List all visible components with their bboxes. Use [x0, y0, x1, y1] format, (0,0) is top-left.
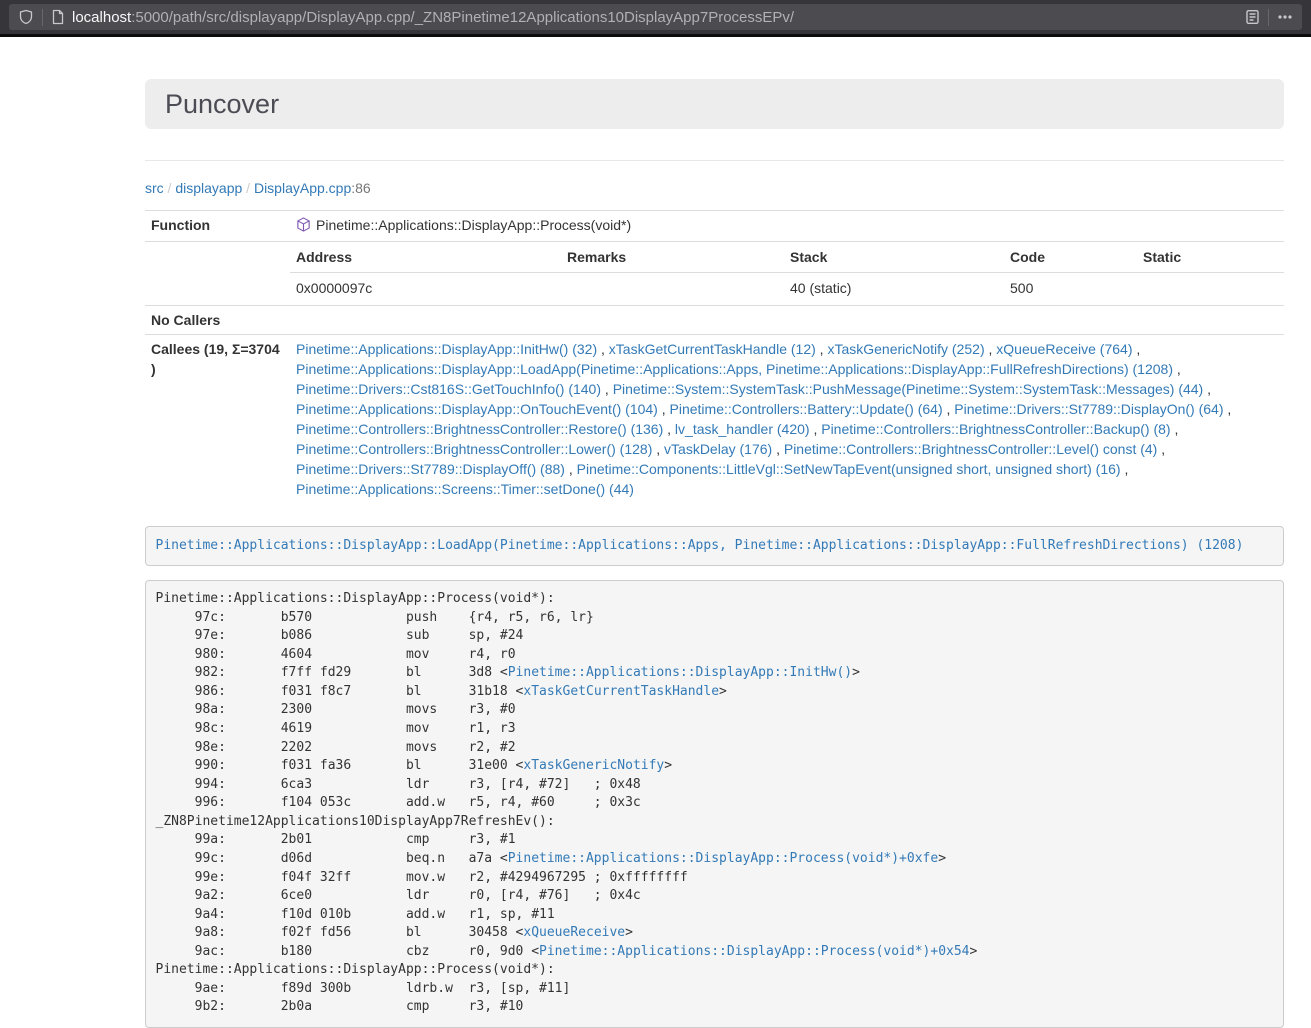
toolbar-edge: [0, 34, 1311, 37]
app-title: Puncover: [165, 89, 1264, 119]
callee-link[interactable]: Pinetime::Drivers::Cst816S::GetTouchInfo…: [296, 381, 601, 397]
symbol-details-table: AddressRemarksStackCodeStatic 0x0000097c…: [290, 242, 1284, 303]
callee-separator: ,: [1132, 341, 1140, 357]
callee-separator: ,: [1203, 381, 1211, 397]
callee-link[interactable]: Pinetime::Drivers::St7789::DisplayOn() (…: [954, 401, 1223, 417]
callee-separator: ,: [1173, 361, 1181, 377]
function-label: Function: [145, 211, 290, 242]
breadcrumb-link[interactable]: displayapp: [175, 180, 242, 196]
callees-list: Pinetime::Applications::DisplayApp::Init…: [290, 335, 1284, 504]
callee-link[interactable]: Pinetime::Applications::Screens::Timer::…: [296, 481, 634, 497]
callee-separator: ,: [1224, 401, 1232, 417]
callee-separator: ,: [663, 421, 675, 437]
callees-label: Callees (19, Σ=3704 ): [145, 335, 290, 504]
details-value: 500: [1004, 273, 1137, 304]
details-column-header: Stack: [784, 242, 1004, 273]
callee-separator: ,: [565, 461, 577, 477]
details-value-row: 0x0000097c 40 (static)500: [290, 273, 1284, 304]
asm-symbol-link[interactable]: Pinetime::Applications::DisplayApp::Proc…: [539, 944, 969, 959]
callee-link[interactable]: xQueueReceive (764): [996, 341, 1132, 357]
urlbar-divider: [42, 9, 43, 26]
url-host: localhost: [72, 9, 131, 26]
details-header-row: AddressRemarksStackCodeStatic: [290, 242, 1284, 273]
browser-toolbar: localhost:5000/path/src/displayapp/Displ…: [0, 0, 1311, 34]
callee-link[interactable]: Pinetime::Applications::DisplayApp::Init…: [296, 341, 597, 357]
package-icon: [296, 217, 311, 237]
callee-link[interactable]: Pinetime::Controllers::BrightnessControl…: [296, 421, 663, 437]
callee-link[interactable]: xTaskGenericNotify (252): [827, 341, 984, 357]
breadcrumb-separator: /: [164, 180, 176, 196]
details-column-header: Code: [1004, 242, 1137, 273]
callee-link[interactable]: Pinetime::Drivers::St7789::DisplayOff() …: [296, 461, 565, 477]
callee-link[interactable]: Pinetime::Controllers::Battery::Update()…: [670, 401, 943, 417]
divider-rule: [145, 160, 1284, 161]
app-header: Puncover: [145, 79, 1284, 129]
callee-link[interactable]: Pinetime::Applications::DisplayApp::Load…: [296, 361, 1173, 377]
callee-link[interactable]: Pinetime::Components::LittleVgl::SetNewT…: [577, 461, 1121, 477]
breadcrumb-separator: /: [242, 180, 254, 196]
breadcrumb-link[interactable]: src: [145, 180, 164, 196]
highlight-pre: Pinetime::Applications::DisplayApp::Load…: [145, 526, 1284, 566]
details-value: 0x0000097c: [290, 273, 561, 304]
breadcrumb-link[interactable]: DisplayApp.cpp: [254, 180, 351, 196]
urlbar-divider-right: [1268, 9, 1269, 26]
callee-separator: ,: [816, 341, 828, 357]
page-actions-icon[interactable]: [1277, 9, 1293, 25]
loadapp-symbol-link[interactable]: Pinetime::Applications::DisplayApp::Load…: [156, 538, 1244, 553]
asm-symbol-link[interactable]: Pinetime::Applications::DisplayApp::Init…: [508, 665, 852, 680]
callee-link[interactable]: Pinetime::Applications::DisplayApp::OnTo…: [296, 401, 658, 417]
function-row: Function Pinetime::Applications::Display…: [145, 211, 1284, 242]
callee-link[interactable]: xTaskGetCurrentTaskHandle (12): [609, 341, 816, 357]
details-row: AddressRemarksStackCodeStatic 0x0000097c…: [145, 242, 1284, 306]
asm-symbol-link[interactable]: xTaskGetCurrentTaskHandle: [523, 684, 719, 699]
callee-link[interactable]: Pinetime::Controllers::BrightnessControl…: [296, 441, 652, 457]
breadcrumb: src / displayapp / DisplayApp.cpp:86: [145, 178, 1284, 198]
details-value: [1137, 273, 1284, 304]
no-callers-label: No Callers: [145, 306, 290, 335]
details-row-spacer: [145, 242, 290, 306]
details-value: [561, 273, 784, 304]
details-column-header: Address: [290, 242, 561, 273]
callee-separator: ,: [652, 441, 664, 457]
callee-separator: ,: [1171, 421, 1179, 437]
url-text[interactable]: localhost:5000/path/src/displayapp/Displ…: [72, 9, 1245, 26]
callee-separator: ,: [597, 341, 609, 357]
details-value: 40 (static): [784, 273, 1004, 304]
shield-icon[interactable]: [18, 9, 34, 25]
callers-row: No Callers: [145, 306, 1284, 335]
callee-link[interactable]: Pinetime::Controllers::BrightnessControl…: [821, 421, 1170, 437]
reader-mode-icon[interactable]: [1245, 9, 1260, 25]
details-column-header: Static: [1137, 242, 1284, 273]
callee-link[interactable]: vTaskDelay (176): [664, 441, 772, 457]
function-name: Pinetime::Applications::DisplayApp::Proc…: [316, 217, 631, 233]
callee-link[interactable]: Pinetime::Controllers::BrightnessControl…: [784, 441, 1157, 457]
url-bar[interactable]: localhost:5000/path/src/displayapp/Displ…: [9, 4, 1302, 30]
asm-symbol-link[interactable]: xQueueReceive: [523, 925, 625, 940]
symbol-table: Function Pinetime::Applications::Display…: [145, 210, 1284, 503]
callee-link[interactable]: Pinetime::System::SystemTask::PushMessag…: [613, 381, 1204, 397]
callees-row: Callees (19, Σ=3704 ) Pinetime::Applicat…: [145, 335, 1284, 504]
callee-separator: ,: [601, 381, 613, 397]
breadcrumb-line-number: :86: [351, 180, 370, 196]
callers-cell: [290, 306, 1284, 335]
details-column-header: Remarks: [561, 242, 784, 273]
callee-separator: ,: [985, 341, 997, 357]
callee-separator: ,: [1157, 441, 1165, 457]
details-cell: AddressRemarksStackCodeStatic 0x0000097c…: [290, 242, 1284, 306]
callee-separator: ,: [772, 441, 784, 457]
callee-separator: ,: [658, 401, 670, 417]
callee-link[interactable]: lv_task_handler (420): [675, 421, 810, 437]
callee-separator: ,: [1121, 461, 1129, 477]
function-name-cell: Pinetime::Applications::DisplayApp::Proc…: [290, 211, 1284, 242]
assembly-listing: Pinetime::Applications::DisplayApp::Proc…: [145, 580, 1284, 1028]
asm-symbol-link[interactable]: Pinetime::Applications::DisplayApp::Proc…: [508, 851, 938, 866]
url-path: :5000/path/src/displayapp/DisplayApp.cpp…: [131, 9, 794, 26]
callee-separator: ,: [943, 401, 955, 417]
callee-separator: ,: [810, 421, 822, 437]
page-icon[interactable]: [51, 9, 65, 25]
asm-symbol-link[interactable]: xTaskGenericNotify: [523, 758, 664, 773]
